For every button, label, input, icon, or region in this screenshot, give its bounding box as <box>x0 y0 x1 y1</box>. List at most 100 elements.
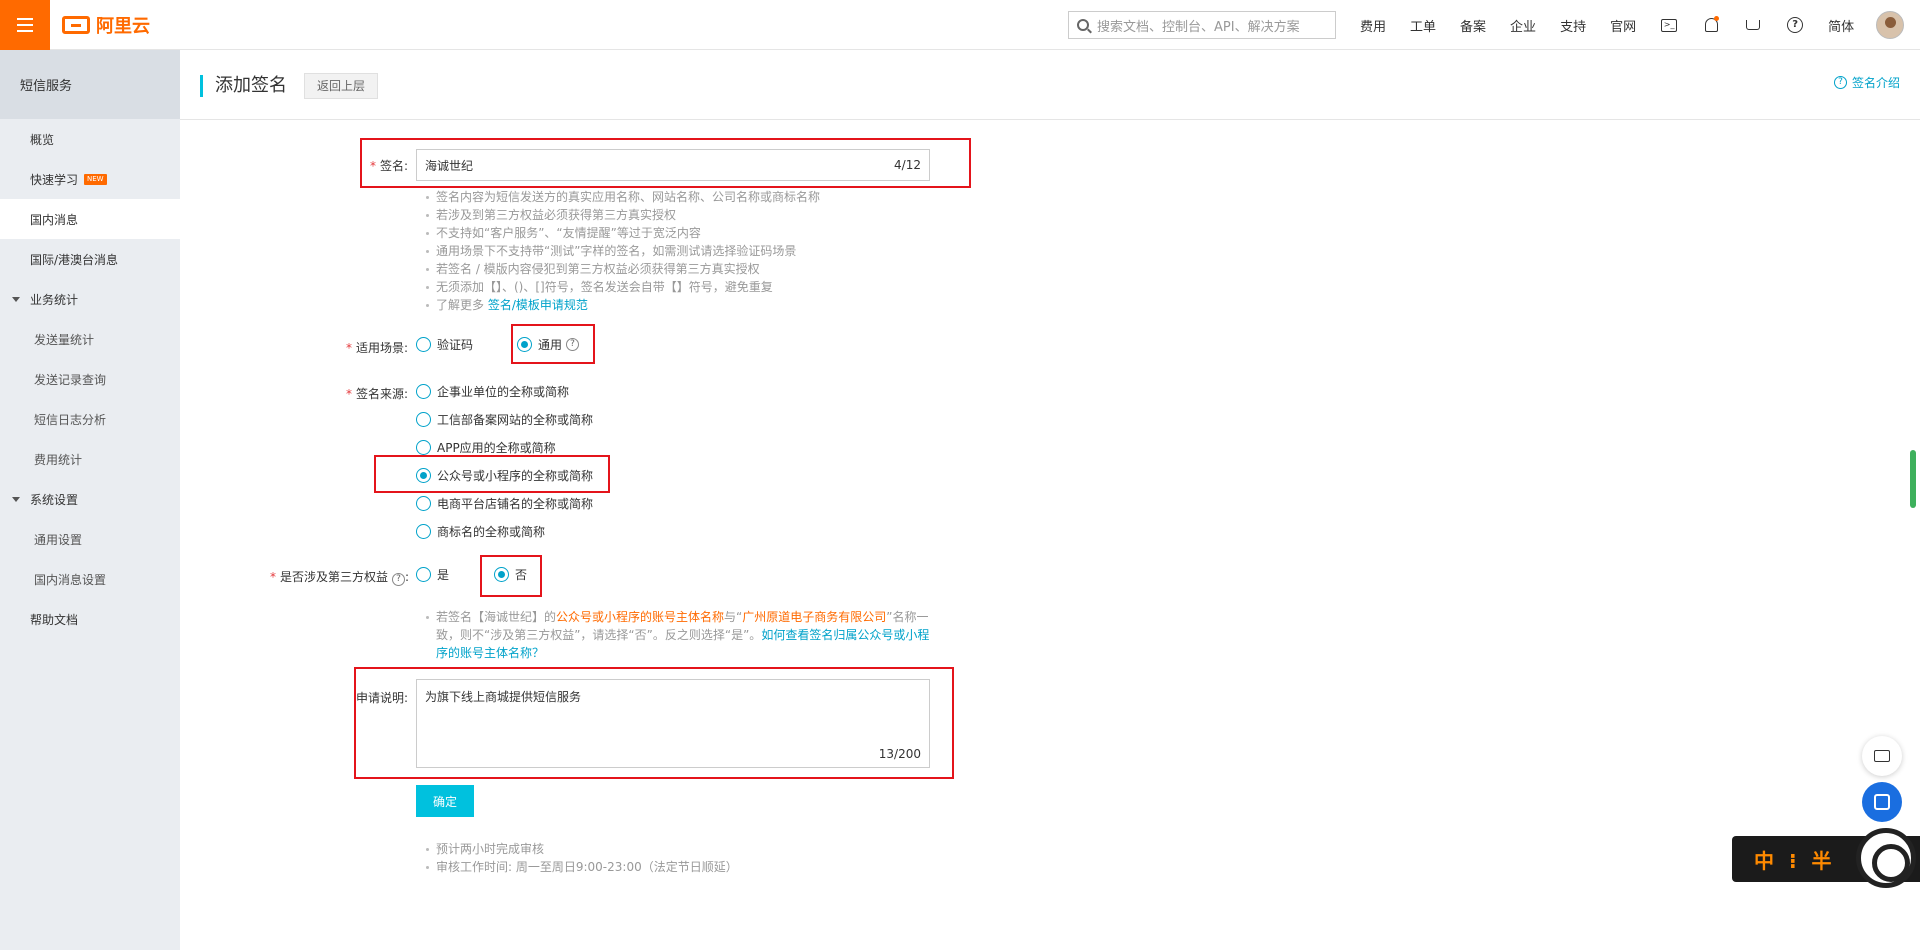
highlight-box <box>354 667 954 779</box>
sidebar-item-help[interactable]: 帮助文档 <box>0 599 180 639</box>
radio-label: 是 <box>437 568 450 582</box>
tip-item: 审核工作时间: 周一至周日9:00-23:00（法定节日顺延） <box>424 858 738 876</box>
help-icon[interactable]: ? <box>1786 16 1804 34</box>
radio-icon <box>416 524 431 539</box>
note-text: 若签名【海诚世纪】的 <box>436 610 557 624</box>
nav-support[interactable]: 支持 <box>1560 16 1586 35</box>
terminal-icon[interactable]: >_ <box>1660 16 1678 34</box>
new-badge: NEW <box>84 173 107 185</box>
note-company: 广州原道电子商务有限公司 <box>742 610 887 624</box>
source-label: * 签名来源: <box>346 385 408 402</box>
search-icon <box>1077 19 1089 31</box>
sidebar-item-overview[interactable]: 概览 <box>0 119 180 159</box>
radio-label: 商标名的全称或简称 <box>437 525 546 539</box>
sidebar-item-label: 发送记录查询 <box>34 372 107 387</box>
sidebar-item-international[interactable]: 国际/港澳台消息 <box>0 239 180 279</box>
search-placeholder: 搜索文档、控制台、API、解决方案 <box>1097 19 1300 35</box>
top-search-input[interactable]: 搜索文档、控制台、API、解决方案 <box>1068 11 1336 39</box>
sidebar-item-send-volume[interactable]: 发送量统计 <box>0 319 180 359</box>
question-icon: ? <box>1833 76 1847 89</box>
sidebar-item-label: 通用设置 <box>34 532 83 547</box>
sidebar-item-send-records[interactable]: 发送记录查询 <box>0 359 180 399</box>
sidebar-item-cost-stats[interactable]: 费用统计 <box>0 439 180 479</box>
radio-label: 工信部备案网站的全称或简称 <box>437 413 594 427</box>
aliyun-logo[interactable]: 阿里云 <box>62 12 150 38</box>
sidebar-item-domestic-settings[interactable]: 国内消息设置 <box>0 559 180 599</box>
apps-icon <box>1874 794 1890 810</box>
question-icon[interactable]: ? <box>392 573 406 586</box>
logo-text: 阿里云 <box>96 15 150 37</box>
radio-icon <box>416 384 431 399</box>
caret-down-icon <box>12 496 20 502</box>
third-party-label-text: 是否涉及第三方权益 <box>280 570 389 584</box>
radio-label: 电商平台店铺名的全称或简称 <box>437 497 594 511</box>
highlight-box <box>360 138 971 188</box>
page-header: 添加签名 返回上层 ? 签名介绍 <box>180 50 1920 120</box>
radio-label: 企事业单位的全称或简称 <box>437 385 570 399</box>
tip-item: 了解更多 签名/模板申请规范 <box>424 296 820 314</box>
tip-item: 预计两小时完成审核 <box>424 840 738 858</box>
tip-item: 无须添加【】、()、[]符号，签名发送会自带【】符号，避免重复 <box>424 278 820 296</box>
third-party-label: * 是否涉及第三方权益?: <box>270 570 410 586</box>
apps-float-button[interactable] <box>1862 782 1902 822</box>
sidebar-item-label: 快速学习 <box>30 172 79 187</box>
nav-tickets[interactable]: 工单 <box>1410 16 1436 35</box>
sidebar: 短信服务 概览 快速学习 NEW 国内消息 国际/港澳台消息 业务统计 发送量统… <box>0 50 180 950</box>
scene-radio-verification[interactable]: 验证码 <box>416 336 473 353</box>
aliyun-logo-icon <box>62 15 90 34</box>
source-radio-ecommerce[interactable]: 电商平台店铺名的全称或简称 <box>416 495 593 512</box>
chat-float-button[interactable] <box>1862 736 1902 776</box>
scroll-indicator[interactable] <box>1910 450 1916 508</box>
sidebar-group-statistics[interactable]: 业务统计 <box>0 279 180 319</box>
source-radio-trademark[interactable]: 商标名的全称或简称 <box>416 523 545 540</box>
back-button[interactable]: 返回上层 <box>304 73 379 99</box>
language-switch[interactable]: 简体 <box>1828 16 1854 35</box>
sidebar-item-label: 国际/港澳台消息 <box>30 252 119 267</box>
source-radio-app[interactable]: APP应用的全称或简称 <box>416 439 556 456</box>
third-party-note: 若签名【海诚世纪】的公众号或小程序的账号主体名称与“广州原道电子商务有限公司”名… <box>424 608 938 662</box>
radio-icon <box>416 412 431 427</box>
signature-intro-link[interactable]: ? 签名介绍 <box>1833 74 1900 91</box>
highlight-box <box>480 555 542 597</box>
sidebar-item-label: 帮助文档 <box>30 612 79 627</box>
sidebar-group-settings[interactable]: 系统设置 <box>0 479 180 519</box>
sidebar-item-label: 发送量统计 <box>34 332 95 347</box>
ime-overlay-text: 中 ⁝ 半 <box>1754 848 1836 873</box>
source-radio-enterprise[interactable]: 企事业单位的全称或简称 <box>416 383 569 400</box>
tip-more-prefix: 了解更多 <box>436 298 485 312</box>
source-radio-website[interactable]: 工信部备案网站的全称或简称 <box>416 411 593 428</box>
sidebar-item-label: 费用统计 <box>34 452 83 467</box>
required-mark: * <box>270 570 276 584</box>
radio-icon <box>416 337 431 352</box>
caret-down-icon <box>12 296 20 302</box>
sidebar-item-domestic[interactable]: 国内消息 <box>0 199 180 239</box>
user-avatar[interactable] <box>1876 11 1904 39</box>
menu-button[interactable] <box>0 0 50 50</box>
submit-button[interactable]: 确定 <box>416 785 474 817</box>
footer-tips: 预计两小时完成审核 审核工作时间: 周一至周日9:00-23:00（法定节日顺延… <box>424 840 738 876</box>
tip-item: 不支持如“客户服务”、“友情提醒”等过于宽泛内容 <box>424 224 820 242</box>
tip-item: 若涉及到第三方权益必须获得第三方真实授权 <box>424 206 820 224</box>
required-mark: * <box>346 341 352 355</box>
sign-tips: 签名内容为短信发送方的真实应用名称、网站名称、公司名称或商标名称 若涉及到第三方… <box>424 188 820 314</box>
radio-label: 验证码 <box>437 338 474 352</box>
bell-icon[interactable] <box>1702 16 1720 34</box>
note-highlight: 公众号或小程序的账号主体名称 <box>556 610 725 624</box>
nav-filing[interactable]: 备案 <box>1460 16 1486 35</box>
notification-dot <box>1714 16 1720 21</box>
hamburger-icon <box>17 17 33 32</box>
sidebar-title: 短信服务 <box>0 50 180 119</box>
sign-spec-link[interactable]: 签名/模板申请规范 <box>488 298 588 312</box>
sidebar-item-general-settings[interactable]: 通用设置 <box>0 519 180 559</box>
cart-icon[interactable] <box>1744 16 1762 34</box>
nav-fees[interactable]: 费用 <box>1360 16 1386 35</box>
radio-label: APP应用的全称或简称 <box>437 441 556 455</box>
page-title: 添加签名 <box>200 75 287 97</box>
source-label-text: 签名来源: <box>356 387 409 401</box>
nav-enterprise[interactable]: 企业 <box>1510 16 1536 35</box>
chat-icon <box>1874 750 1890 762</box>
nav-official-site[interactable]: 官网 <box>1610 16 1636 35</box>
sidebar-item-log-analysis[interactable]: 短信日志分析 <box>0 399 180 439</box>
sidebar-item-quick-learn[interactable]: 快速学习 NEW <box>0 159 180 199</box>
third-party-radio-yes[interactable]: 是 <box>416 566 449 583</box>
